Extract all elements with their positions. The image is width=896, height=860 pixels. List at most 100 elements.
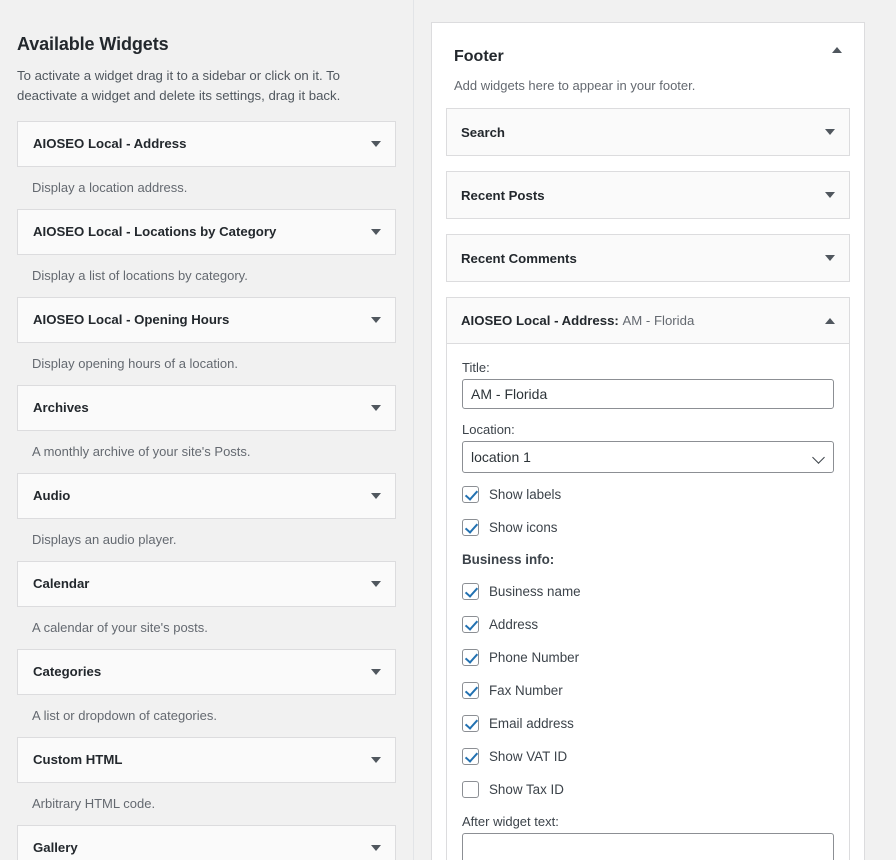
checkbox-checked-icon[interactable] bbox=[462, 649, 479, 667]
widget-name: Search bbox=[461, 124, 505, 140]
checkbox-label: Email address bbox=[489, 716, 574, 732]
display-toggles-list: Show labels Show icons bbox=[462, 486, 834, 537]
available-widget-description: Arbitrary HTML code. bbox=[32, 795, 156, 811]
available-widget-name: Custom HTML bbox=[33, 752, 123, 768]
footer-panel-header[interactable]: Footer bbox=[446, 39, 850, 66]
available-widget-description: A calendar of your site's posts. bbox=[32, 619, 208, 635]
available-widget-description: A list or dropdown of categories. bbox=[32, 707, 217, 723]
checkbox-label: Show icons bbox=[489, 520, 558, 536]
location-label: Location: bbox=[462, 422, 515, 438]
available-widget-description: Display a list of locations by category. bbox=[32, 267, 248, 283]
checkbox-label: Address bbox=[489, 617, 539, 633]
chevron-down-icon[interactable] bbox=[825, 129, 835, 136]
checkbox-checked-icon[interactable] bbox=[462, 682, 479, 700]
chevron-up-icon[interactable] bbox=[825, 317, 835, 324]
checkbox-checked-icon[interactable] bbox=[462, 616, 479, 634]
title-field-block: Title: bbox=[462, 360, 834, 410]
footer-widgets-list: Search Recent Posts Recent Comments bbox=[446, 108, 850, 283]
available-widget-row[interactable]: AIOSEO Local - Opening Hours bbox=[17, 296, 396, 343]
checkbox-checked-icon[interactable] bbox=[462, 486, 479, 504]
available-widget-name: AIOSEO Local - Address bbox=[33, 136, 187, 152]
sidebar-column: Footer Add widgets here to appear in you… bbox=[415, 0, 896, 860]
chevron-down-icon[interactable] bbox=[371, 228, 381, 235]
available-widget-row[interactable]: AIOSEO Local - Address bbox=[17, 120, 396, 167]
checkbox-label: Show VAT ID bbox=[489, 749, 568, 765]
widget-name: Recent Comments bbox=[461, 250, 577, 266]
after-widget-text-block: After widget text: bbox=[462, 814, 834, 860]
after-widget-text-textarea[interactable] bbox=[462, 833, 834, 860]
chevron-down-icon[interactable] bbox=[371, 668, 381, 675]
available-widget-name: Archives bbox=[33, 400, 89, 416]
business-info-row[interactable]: Show VAT ID bbox=[462, 748, 834, 766]
footer-widget-row[interactable]: Recent Comments bbox=[446, 234, 850, 283]
chevron-down-icon[interactable] bbox=[371, 580, 381, 587]
business-info-row[interactable]: Business name bbox=[462, 583, 834, 601]
title-label: Title: bbox=[462, 360, 490, 376]
checkbox-checked-icon[interactable] bbox=[462, 583, 479, 601]
available-widget-name: Audio bbox=[33, 488, 71, 504]
chevron-down-icon[interactable] bbox=[371, 756, 381, 763]
checkbox-checked-icon[interactable] bbox=[462, 715, 479, 733]
available-widget-row[interactable]: AIOSEO Local - Locations by Category bbox=[17, 208, 396, 255]
chevron-up-icon[interactable] bbox=[832, 47, 842, 53]
available-widget-row[interactable]: Calendar bbox=[17, 560, 396, 607]
chevron-down-icon[interactable] bbox=[371, 404, 381, 411]
widget-instance-subtitle: AM - Florida bbox=[622, 313, 695, 329]
available-widget-description: A monthly archive of your site's Posts. bbox=[32, 443, 251, 459]
chevron-down-icon[interactable] bbox=[371, 140, 381, 147]
footer-widget-row[interactable]: Recent Posts bbox=[446, 171, 850, 220]
footer-panel-title: Footer bbox=[454, 48, 504, 65]
checkbox-checked-icon[interactable] bbox=[462, 748, 479, 766]
footer-widget-row[interactable]: Search bbox=[446, 108, 850, 157]
available-widget-name: AIOSEO Local - Opening Hours bbox=[33, 312, 230, 328]
chevron-down-icon[interactable] bbox=[825, 192, 835, 199]
available-widget-row[interactable]: Custom HTML bbox=[17, 736, 396, 783]
available-widget-description: Display a location address. bbox=[32, 179, 188, 195]
widget-aioseo-local-address: AIOSEO Local - Address: AM - Florida Tit… bbox=[446, 297, 850, 860]
widget-header-title: AIOSEO Local - Address: AM - Florida bbox=[461, 313, 825, 328]
available-widget-row[interactable]: Audio bbox=[17, 472, 396, 519]
widget-header[interactable]: AIOSEO Local - Address: AM - Florida bbox=[447, 298, 849, 345]
chevron-down-icon[interactable] bbox=[371, 844, 381, 851]
business-info-row[interactable]: Address bbox=[462, 616, 834, 634]
available-widget-name: Calendar bbox=[33, 576, 90, 592]
display-toggle-row[interactable]: Show icons bbox=[462, 519, 834, 537]
business-info-row[interactable]: Phone Number bbox=[462, 649, 834, 667]
widget-header[interactable]: Recent Comments bbox=[447, 235, 849, 282]
location-select[interactable]: location 1 bbox=[462, 441, 834, 474]
available-widget-description: Display opening hours of a location. bbox=[32, 355, 238, 371]
available-widget-row[interactable]: Categories bbox=[17, 648, 396, 695]
checkbox-checked-icon[interactable] bbox=[462, 519, 479, 537]
available-widgets-column: Available Widgets To activate a widget d… bbox=[0, 0, 414, 860]
checkbox-unchecked-icon[interactable] bbox=[462, 781, 479, 799]
widget-header[interactable]: Recent Posts bbox=[447, 172, 849, 219]
business-info-row[interactable]: Fax Number bbox=[462, 682, 834, 700]
location-select-wrapper: location 1 bbox=[462, 441, 834, 474]
after-widget-text-label: After widget text: bbox=[462, 814, 559, 830]
checkbox-label: Show Tax ID bbox=[489, 782, 564, 798]
available-widget-row[interactable]: Archives bbox=[17, 384, 396, 431]
available-widget-name: Gallery bbox=[33, 840, 78, 856]
checkbox-label: Business name bbox=[489, 584, 581, 600]
widgets-admin-page: Available Widgets To activate a widget d… bbox=[0, 0, 896, 860]
checkbox-label: Fax Number bbox=[489, 683, 563, 699]
business-info-row[interactable]: Show Tax ID bbox=[462, 781, 834, 799]
display-toggle-row[interactable]: Show labels bbox=[462, 486, 834, 504]
available-widgets-description: To activate a widget drag it to a sideba… bbox=[17, 68, 341, 104]
available-widget-name: AIOSEO Local - Locations by Category bbox=[33, 224, 277, 240]
chevron-down-icon[interactable] bbox=[371, 316, 381, 323]
widget-settings-form: Title: Location: location 1 Show labelsS… bbox=[447, 344, 849, 860]
checkbox-label: Show labels bbox=[489, 487, 562, 503]
footer-sidebar-panel: Footer Add widgets here to appear in you… bbox=[431, 22, 865, 860]
chevron-down-icon[interactable] bbox=[825, 255, 835, 262]
widget-header[interactable]: Search bbox=[447, 109, 849, 156]
checkbox-label: Phone Number bbox=[489, 650, 580, 666]
title-input[interactable] bbox=[462, 379, 834, 410]
available-widget-name: Categories bbox=[33, 664, 102, 680]
available-widget-row[interactable]: Gallery bbox=[17, 824, 396, 860]
business-info-row[interactable]: Email address bbox=[462, 715, 834, 733]
footer-panel-description: Add widgets here to appear in your foote… bbox=[454, 78, 696, 94]
available-widgets-list: AIOSEO Local - Address Display a location… bbox=[17, 120, 396, 860]
chevron-down-icon[interactable] bbox=[371, 492, 381, 499]
widget-name: AIOSEO Local - Address: bbox=[461, 313, 619, 329]
